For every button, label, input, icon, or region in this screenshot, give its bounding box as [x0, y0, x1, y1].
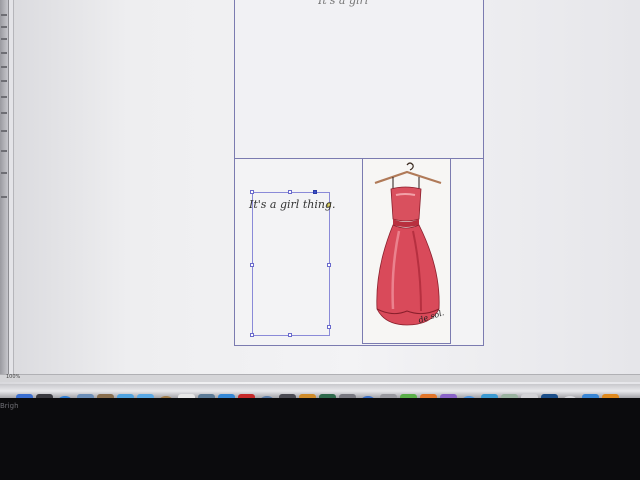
selection-handle[interactable]: [313, 190, 317, 194]
tool-icon[interactable]: [1, 130, 7, 132]
text-frame[interactable]: [250, 190, 331, 337]
tagline-text[interactable]: It's a girl thing.: [249, 198, 335, 211]
zoom-readout[interactable]: 100%: [6, 374, 20, 380]
resize-handle[interactable]: [250, 333, 254, 337]
dock[interactable]: ☺◎◉✉▣♪●@1◈♫■▲★♩◐⚙W▦✚P◆●◍▤APs✎◎Ai: [16, 384, 619, 398]
tool-icon[interactable]: [1, 66, 7, 68]
resize-handle[interactable]: [327, 325, 331, 329]
bezel-label: Brigh: [0, 402, 19, 410]
desktop-screen: It's a girl thing. It's a girl thing.: [0, 0, 640, 398]
tool-icon[interactable]: [1, 80, 7, 82]
tool-icon[interactable]: [1, 52, 7, 54]
resize-handle[interactable]: [250, 263, 254, 267]
document-page-upper[interactable]: [234, 0, 484, 160]
tool-icon[interactable]: [1, 112, 7, 114]
tool-icon[interactable]: [1, 150, 7, 152]
resize-handle[interactable]: [288, 190, 292, 194]
tool-icon[interactable]: [1, 172, 7, 174]
tool-icon[interactable]: [1, 96, 7, 98]
vertical-ruler: [9, 0, 14, 380]
tool-icon[interactable]: [1, 26, 7, 28]
top-script-text: It's a girl thing.: [318, 0, 369, 8]
tool-icon[interactable]: [1, 196, 7, 198]
monitor-bezel: [0, 398, 640, 480]
resize-handle[interactable]: [288, 333, 292, 337]
tool-icon[interactable]: [1, 38, 7, 40]
status-bar: [0, 374, 640, 382]
resize-handle[interactable]: [250, 190, 254, 194]
tools-panel[interactable]: [0, 0, 9, 380]
resize-handle[interactable]: [327, 263, 331, 267]
tool-icon[interactable]: [1, 14, 7, 16]
